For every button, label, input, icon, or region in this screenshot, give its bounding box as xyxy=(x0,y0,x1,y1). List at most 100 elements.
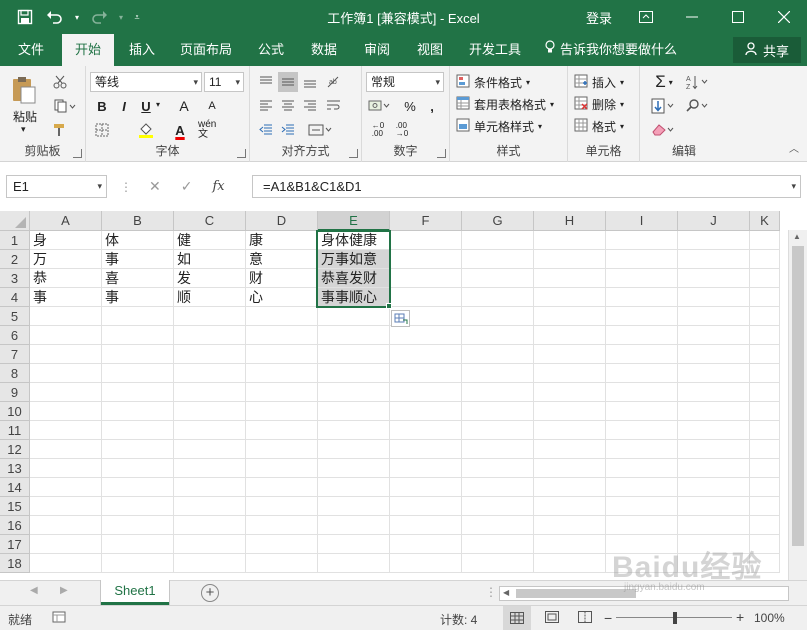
zoom-slider-thumb[interactable] xyxy=(673,612,677,624)
cell-h6[interactable] xyxy=(534,326,606,345)
cell-f9[interactable] xyxy=(390,383,462,402)
worksheet-grid[interactable]: A B C D E F G H I J K 1 身体健康身体健康 2 万事如意万事如意 3 恭喜发财恭喜发财 4 事… xyxy=(0,211,807,580)
row-header-13[interactable]: 13 xyxy=(0,459,30,478)
cell-d2[interactable]: 意 xyxy=(246,250,318,269)
fill-handle[interactable] xyxy=(386,303,392,309)
cell-i2[interactable] xyxy=(606,250,678,269)
cell-a3[interactable]: 恭 xyxy=(30,269,102,288)
align-left-icon[interactable] xyxy=(256,96,276,116)
row-header-1[interactable]: 1 xyxy=(0,231,30,250)
cell-g15[interactable] xyxy=(462,497,534,516)
cell-f11[interactable] xyxy=(390,421,462,440)
cell-f4[interactable] xyxy=(390,288,462,307)
font-shrink-button[interactable]: A xyxy=(202,96,222,116)
cell-k5[interactable] xyxy=(750,307,780,326)
column-header-f[interactable]: F xyxy=(390,211,462,231)
autosum-icon[interactable]: Σ ▾ xyxy=(648,72,680,92)
cell-d6[interactable] xyxy=(246,326,318,345)
font-size-select[interactable]: 11 ▾ xyxy=(204,72,244,92)
underline-dropdown-icon[interactable]: ▾ xyxy=(156,100,160,109)
cell-h7[interactable] xyxy=(534,345,606,364)
cell-b12[interactable] xyxy=(102,440,174,459)
cell-c14[interactable] xyxy=(174,478,246,497)
number-format-select[interactable]: 常规 ▾ xyxy=(366,72,444,92)
cell-c6[interactable] xyxy=(174,326,246,345)
scroll-left-icon[interactable]: ◀ xyxy=(503,588,509,597)
font-family-select[interactable]: 等线 ▾ xyxy=(90,72,202,92)
row-header-8[interactable]: 8 xyxy=(0,364,30,383)
align-bottom-icon[interactable] xyxy=(300,72,320,92)
cell-c15[interactable] xyxy=(174,497,246,516)
cell-a13[interactable] xyxy=(30,459,102,478)
row-header-4[interactable]: 4 xyxy=(0,288,30,307)
accounting-format-icon[interactable] xyxy=(366,96,394,116)
row-header-10[interactable]: 10 xyxy=(0,402,30,421)
cell-k15[interactable] xyxy=(750,497,780,516)
cell-h11[interactable] xyxy=(534,421,606,440)
cell-a17[interactable] xyxy=(30,535,102,554)
cell-g1[interactable] xyxy=(462,231,534,250)
cell-e15[interactable] xyxy=(318,497,390,516)
cell-j2[interactable] xyxy=(678,250,750,269)
fill-icon[interactable] xyxy=(648,96,680,116)
cell-j9[interactable] xyxy=(678,383,750,402)
cell-g6[interactable] xyxy=(462,326,534,345)
cell-k11[interactable] xyxy=(750,421,780,440)
tab-review[interactable]: 审阅 xyxy=(354,34,400,66)
row-header-18[interactable]: 18 xyxy=(0,554,30,573)
cell-f8[interactable] xyxy=(390,364,462,383)
tell-me-search[interactable]: 告诉我你想要做什么 xyxy=(544,34,684,66)
cell-a5[interactable] xyxy=(30,307,102,326)
fill-color-icon[interactable] xyxy=(136,120,156,140)
cell-k9[interactable] xyxy=(750,383,780,402)
cell-e8[interactable] xyxy=(318,364,390,383)
cell-e7[interactable] xyxy=(318,345,390,364)
cell-d12[interactable] xyxy=(246,440,318,459)
cell-c4[interactable]: 顺 xyxy=(174,288,246,307)
cell-i7[interactable] xyxy=(606,345,678,364)
decrease-indent-icon[interactable] xyxy=(256,120,276,140)
column-header-c[interactable]: C xyxy=(174,211,246,231)
cell-f2[interactable] xyxy=(390,250,462,269)
cell-i3[interactable] xyxy=(606,269,678,288)
cell-e6[interactable] xyxy=(318,326,390,345)
vertical-scrollbar[interactable]: ▲ xyxy=(788,230,807,580)
cell-d4[interactable]: 心 xyxy=(246,288,318,307)
collapse-ribbon-icon[interactable]: ︿ xyxy=(789,140,799,155)
cell-k6[interactable] xyxy=(750,326,780,345)
normal-view-icon[interactable] xyxy=(503,606,531,630)
paste-icon[interactable] xyxy=(10,74,38,106)
cell-a18[interactable] xyxy=(30,554,102,573)
cell-c3[interactable]: 发 xyxy=(174,269,246,288)
row-header-15[interactable]: 15 xyxy=(0,497,30,516)
sheet-next-icon[interactable]: ▶ xyxy=(60,585,68,596)
copy-icon[interactable] xyxy=(50,96,80,116)
cell-h4[interactable] xyxy=(534,288,606,307)
cell-d13[interactable] xyxy=(246,459,318,478)
cell-k1[interactable] xyxy=(750,231,780,250)
align-center-icon[interactable] xyxy=(278,96,298,116)
cell-b16[interactable] xyxy=(102,516,174,535)
cell-i12[interactable] xyxy=(606,440,678,459)
comma-button[interactable]: , xyxy=(422,96,442,116)
tab-split-grip-icon[interactable]: ⋮ xyxy=(485,585,497,599)
format-as-table-button[interactable]: 套用表格格式 ▾ xyxy=(456,94,554,114)
cell-f7[interactable] xyxy=(390,345,462,364)
cell-f15[interactable] xyxy=(390,497,462,516)
cell-a8[interactable] xyxy=(30,364,102,383)
row-header-16[interactable]: 16 xyxy=(0,516,30,535)
cell-h16[interactable] xyxy=(534,516,606,535)
select-all-corner[interactable] xyxy=(0,211,30,231)
row-header-14[interactable]: 14 xyxy=(0,478,30,497)
tab-insert[interactable]: 插入 xyxy=(120,34,164,66)
column-header-j[interactable]: J xyxy=(678,211,750,231)
cell-g4[interactable] xyxy=(462,288,534,307)
cell-h10[interactable] xyxy=(534,402,606,421)
cell-j1[interactable] xyxy=(678,231,750,250)
cell-j16[interactable] xyxy=(678,516,750,535)
row-header-3[interactable]: 3 xyxy=(0,269,30,288)
cell-a11[interactable] xyxy=(30,421,102,440)
cell-d5[interactable] xyxy=(246,307,318,326)
clear-icon[interactable] xyxy=(648,120,680,140)
cell-e16[interactable] xyxy=(318,516,390,535)
